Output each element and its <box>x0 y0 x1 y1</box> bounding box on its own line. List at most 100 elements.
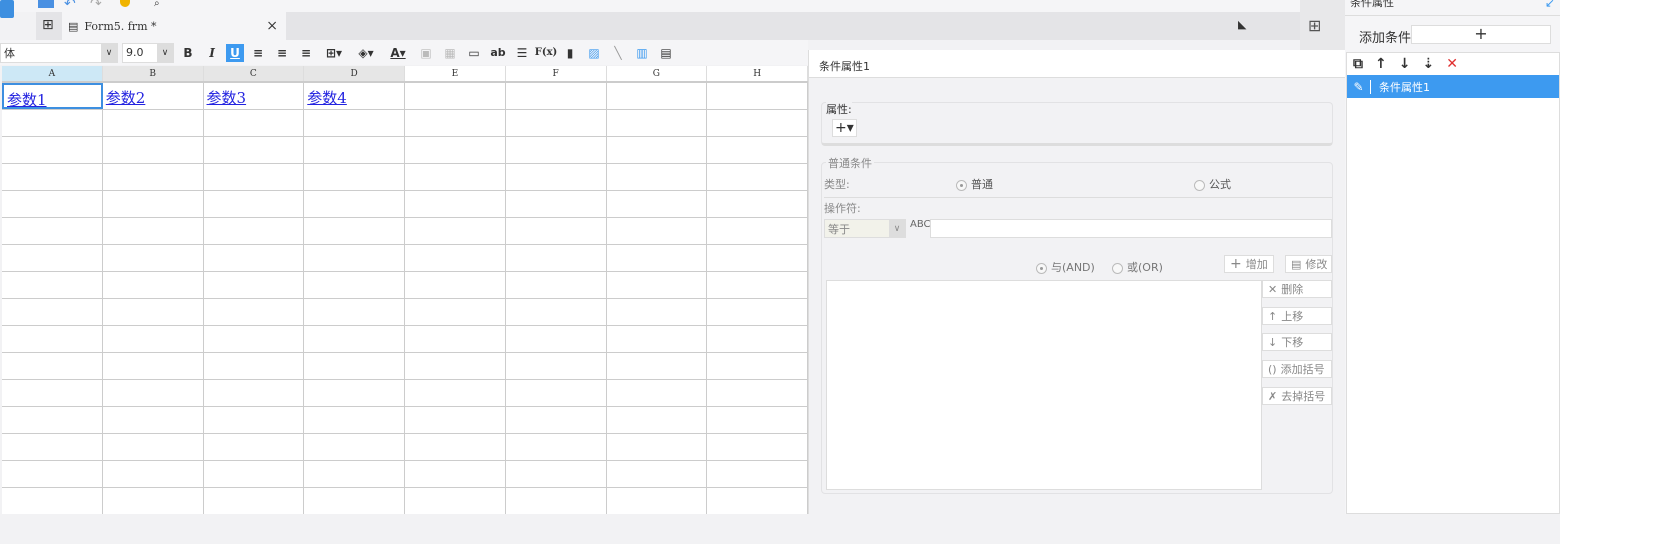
cell[interactable] <box>405 407 506 433</box>
cell[interactable] <box>607 137 708 163</box>
cell-d1[interactable]: 参数4 <box>304 83 406 109</box>
cell[interactable] <box>103 380 204 406</box>
cell[interactable] <box>506 434 607 460</box>
cell[interactable] <box>304 407 405 433</box>
cell[interactable] <box>304 353 405 379</box>
cell[interactable] <box>2 326 103 352</box>
cell[interactable] <box>103 434 204 460</box>
cell[interactable] <box>506 272 607 298</box>
cell[interactable] <box>204 218 305 244</box>
cell[interactable] <box>103 407 204 433</box>
cell[interactable] <box>204 137 305 163</box>
list-item[interactable]: ✎ 条件属性1 <box>1347 75 1559 98</box>
cell[interactable] <box>506 488 607 514</box>
cell[interactable] <box>2 299 103 325</box>
cell[interactable] <box>707 380 808 406</box>
cell[interactable] <box>707 299 808 325</box>
cell[interactable] <box>607 434 708 460</box>
image-icon[interactable]: ▨ <box>584 43 604 63</box>
cell[interactable] <box>304 245 405 271</box>
move-up-icon[interactable]: ↑ <box>1375 56 1387 72</box>
cell[interactable] <box>707 272 808 298</box>
cell[interactable] <box>607 83 708 109</box>
cell[interactable] <box>607 218 708 244</box>
cell[interactable] <box>204 245 305 271</box>
cell[interactable] <box>707 461 808 487</box>
font-size-select[interactable]: 9.0 ∨ <box>122 42 174 63</box>
cell[interactable] <box>707 191 808 217</box>
delete-button[interactable]: ✕ 删除 <box>1262 280 1332 298</box>
cell[interactable] <box>2 461 103 487</box>
cell[interactable] <box>103 461 204 487</box>
cell[interactable] <box>204 434 305 460</box>
type-formula-radio[interactable]: 公式 <box>1194 176 1231 192</box>
cell[interactable] <box>607 299 708 325</box>
cell[interactable] <box>2 434 103 460</box>
cell[interactable] <box>204 380 305 406</box>
cell[interactable] <box>304 191 405 217</box>
cell[interactable] <box>707 353 808 379</box>
cell[interactable] <box>506 326 607 352</box>
cell[interactable] <box>304 164 405 190</box>
close-tab-button[interactable]: × <box>266 18 278 34</box>
cell[interactable] <box>103 488 204 514</box>
font-color-icon[interactable]: A▾ <box>384 43 412 63</box>
cell[interactable] <box>607 488 708 514</box>
cell[interactable] <box>506 299 607 325</box>
column-header[interactable]: B <box>102 66 204 81</box>
cell[interactable] <box>204 326 305 352</box>
operator-select[interactable]: 等于 ∨ <box>824 219 906 238</box>
cell[interactable] <box>607 380 708 406</box>
cell[interactable] <box>2 407 103 433</box>
cell[interactable] <box>2 488 103 514</box>
chart-icon[interactable]: ▮ <box>560 43 580 63</box>
cell[interactable] <box>304 461 405 487</box>
modify-button[interactable]: ▤ 修改 <box>1285 255 1332 273</box>
cell[interactable] <box>405 245 506 271</box>
cell[interactable] <box>607 191 708 217</box>
cell[interactable] <box>304 326 405 352</box>
collapse-icon[interactable]: ↙ <box>1545 0 1555 10</box>
cell-c1[interactable]: 参数3 <box>204 83 305 109</box>
cell[interactable] <box>506 353 607 379</box>
cell[interactable] <box>304 272 405 298</box>
underline-button[interactable]: U <box>226 43 244 62</box>
add-bracket-button[interactable]: () 添加括号 <box>1262 360 1332 378</box>
cell[interactable] <box>405 272 506 298</box>
cell[interactable] <box>707 218 808 244</box>
cell-b1[interactable]: 参数2 <box>103 83 204 109</box>
column-header[interactable]: F <box>505 66 607 81</box>
font-select[interactable]: 体 ∨ <box>0 42 118 63</box>
cell[interactable] <box>405 218 506 244</box>
slash-icon[interactable]: ╲ <box>608 43 628 63</box>
cell[interactable] <box>607 326 708 352</box>
app-icon[interactable] <box>0 0 14 18</box>
add-attribute-button[interactable]: +▾ <box>832 119 857 137</box>
cell[interactable] <box>204 488 305 514</box>
cell[interactable] <box>707 83 808 109</box>
undo-icon[interactable]: ↶ <box>64 0 76 12</box>
cell[interactable] <box>506 218 607 244</box>
align-left-icon[interactable]: ≡ <box>248 43 268 63</box>
cell[interactable] <box>405 488 506 514</box>
cell[interactable] <box>2 137 103 163</box>
add-button[interactable]: + 增加 <box>1224 255 1274 273</box>
align-center-icon[interactable]: ≡ <box>272 43 292 63</box>
cell[interactable] <box>506 461 607 487</box>
cell[interactable] <box>204 461 305 487</box>
cell-a1[interactable]: 参数1 <box>2 83 103 109</box>
tab-menu-icon[interactable]: ◣ <box>1238 18 1246 31</box>
text-icon[interactable]: ab <box>488 43 508 63</box>
cell[interactable] <box>103 191 204 217</box>
cell[interactable] <box>405 434 506 460</box>
cell[interactable] <box>103 245 204 271</box>
cell[interactable] <box>405 461 506 487</box>
cell[interactable] <box>304 110 405 136</box>
cell[interactable] <box>204 299 305 325</box>
cell[interactable] <box>607 272 708 298</box>
italic-button[interactable]: I <box>202 43 222 63</box>
cell[interactable] <box>204 353 305 379</box>
remove-bracket-button[interactable]: ✗ 去掉括号 <box>1262 387 1332 405</box>
panel-layout-icon[interactable]: ⊞ <box>1308 16 1321 35</box>
subreport-icon[interactable]: ▥ <box>632 43 652 63</box>
